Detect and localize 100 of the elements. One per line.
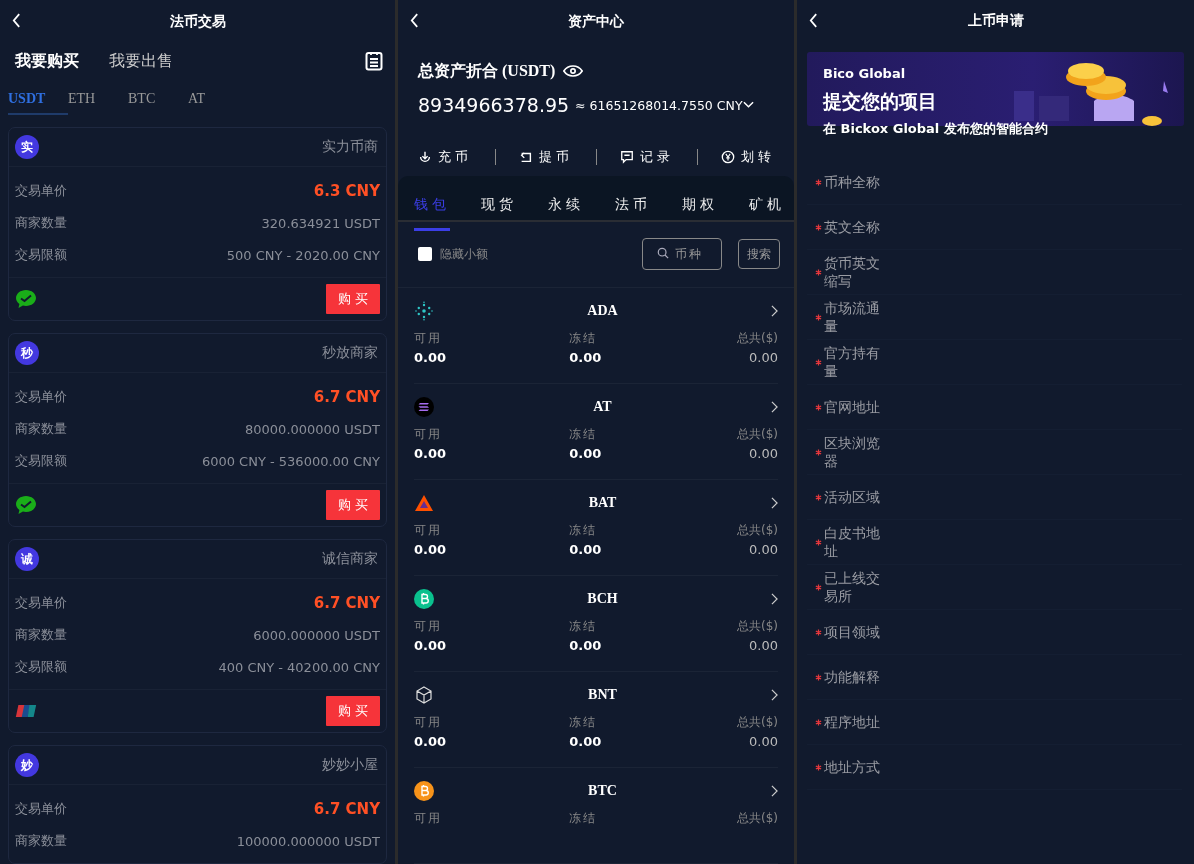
balance-label: 冻结 [569, 522, 599, 539]
balance-label: 冻结 [569, 810, 599, 827]
coin-tab[interactable]: ETH [68, 90, 128, 115]
balance-label: 总共($) [737, 522, 778, 539]
chevron-right-icon[interactable] [771, 497, 778, 509]
chevron-right-icon[interactable] [771, 401, 778, 413]
row-value: 320.634921 USDT [261, 215, 380, 231]
field-label: 功能解释 [824, 668, 881, 686]
trade-tab[interactable]: 我要购买 [15, 50, 79, 72]
balance-value: 0.00 [749, 350, 778, 365]
balance-value: 0.00 [414, 350, 448, 365]
field-label: 官网地址 [824, 398, 881, 416]
field-label: 区块浏览器 [824, 434, 881, 470]
chevron-down-icon[interactable] [742, 101, 754, 109]
trade-tab[interactable]: 我要出售 [109, 50, 173, 72]
checkbox[interactable] [418, 247, 432, 262]
bitcoin-icon [414, 781, 434, 801]
coin-tab[interactable]: BTC [128, 90, 188, 115]
checkbox-label: 隐藏小额 [440, 245, 488, 263]
total-assets-value: 8934966378.95 [418, 94, 570, 116]
row-value: 6000 CNY - 536000.00 CNY [201, 453, 380, 469]
chevron-right-icon[interactable] [771, 593, 778, 605]
message-icon [619, 150, 634, 165]
balance-label: 可用 [414, 714, 443, 731]
row-label: 商家数量 [15, 626, 67, 644]
row-label: 商家数量 [15, 420, 67, 438]
balance-value: 0.00 [749, 542, 778, 557]
field-label: 白皮书地址 [824, 524, 881, 560]
back-icon[interactable] [809, 13, 818, 28]
chevron-right-icon[interactable] [771, 689, 778, 701]
row-value: 500 CNY - 2020.00 CNY [226, 247, 380, 263]
chevron-right-icon[interactable] [771, 785, 778, 797]
row-value: 400 CNY - 40200.00 CNY [218, 659, 380, 675]
field-label: 英文全称 [824, 218, 881, 236]
balance-label: 可用 [414, 810, 443, 827]
balance-value: 0.00 [414, 542, 448, 557]
buy-button[interactable]: 购买 [326, 696, 380, 726]
balance-label: 总共($) [737, 330, 778, 347]
eye-icon[interactable] [563, 65, 584, 77]
balance-label: 可用 [414, 330, 443, 347]
field-label: 活动区域 [824, 488, 881, 506]
balance-label: 可用 [414, 522, 443, 539]
dotted-star-icon [414, 301, 434, 321]
coin-symbol: BCH [587, 591, 618, 607]
buy-button[interactable]: 购买 [326, 284, 380, 314]
field-label: 项目领域 [824, 623, 881, 641]
asset-action[interactable]: 划转 [716, 146, 779, 169]
balance-value: 0.00 [569, 734, 603, 749]
wallet-tab[interactable]: 现货 [481, 181, 517, 232]
wallet-tab[interactable]: 永续 [548, 181, 584, 232]
cube-icon [414, 685, 434, 705]
row-value: 6.7 CNY [313, 594, 380, 612]
row-label: 交易限额 [15, 246, 67, 264]
row-label: 交易限额 [15, 452, 67, 470]
page-title: 资产中心 [568, 13, 624, 31]
page-title: 法币交易 [169, 13, 226, 31]
merchant-name: 实力币商 [322, 138, 378, 156]
asset-action[interactable]: 记录 [615, 146, 678, 169]
merchant-avatar: 实 [15, 135, 39, 159]
row-label: 交易单价 [15, 800, 67, 818]
coin-tab[interactable]: AT [188, 90, 248, 115]
search-button[interactable]: 搜索 [738, 239, 780, 270]
withdraw-icon [518, 150, 533, 165]
field-label: 市场流通量 [824, 299, 881, 335]
wallet-tab[interactable]: 矿机 [749, 181, 785, 232]
field-label: 程序地址 [824, 713, 881, 731]
banner-headline: 提交您的项目 [823, 89, 938, 114]
balance-label: 总共($) [737, 714, 778, 731]
balance-label: 可用 [414, 426, 443, 443]
field-label: 已上线交易所 [824, 569, 881, 605]
coin-search-field[interactable]: 币种 [642, 238, 722, 271]
balance-value: 0.00 [569, 350, 603, 365]
balance-label: 冻结 [569, 426, 599, 443]
wallet-tab[interactable]: 期权 [682, 181, 718, 232]
balance-label: 总共($) [737, 618, 778, 635]
asset-action[interactable]: 提币 [514, 146, 577, 169]
chevron-right-icon[interactable] [771, 305, 778, 317]
banner-brand: Bico Global [823, 66, 907, 81]
balance-value: 0.00 [749, 638, 778, 653]
wallet-tab[interactable]: 法币 [615, 181, 651, 232]
clipboard-icon[interactable] [365, 51, 383, 72]
field-label: 币种全称 [824, 173, 881, 191]
coin-tab[interactable]: USDT [8, 90, 68, 115]
balance-value: 0.00 [414, 446, 448, 461]
merchant-avatar: 诚 [15, 547, 39, 571]
balance-value: 0.00 [569, 542, 603, 557]
balance-label: 可用 [414, 618, 443, 635]
row-value: 6.3 CNY [313, 182, 380, 200]
buy-button[interactable]: 购买 [326, 490, 380, 520]
balance-value: 0.00 [569, 638, 603, 653]
asset-action[interactable]: 充币 [413, 146, 476, 169]
cny-equivalent: ≈ 61651268014.7550 CNY [575, 97, 743, 113]
balance-label: 总共($) [737, 426, 778, 443]
field-label: 官方持有量 [824, 344, 881, 380]
banner-subtitle: 在 Bickox Global 发布您的智能合约 [823, 120, 1048, 138]
back-icon[interactable] [410, 13, 419, 28]
field-label: 地址方式 [824, 758, 881, 776]
coin-symbol: ADA [587, 303, 618, 319]
back-icon[interactable] [12, 13, 21, 28]
coin-symbol: BTC [588, 783, 617, 799]
